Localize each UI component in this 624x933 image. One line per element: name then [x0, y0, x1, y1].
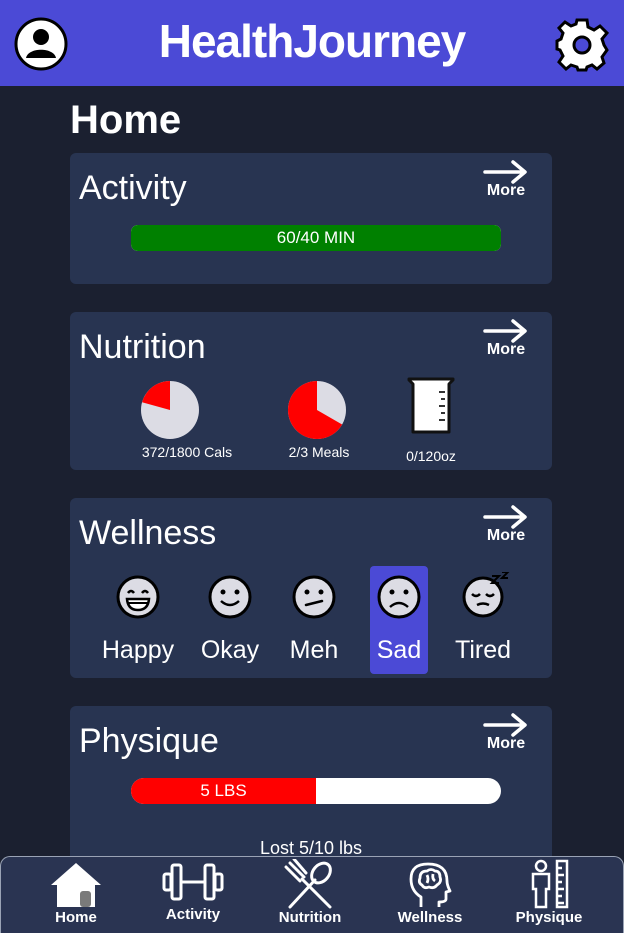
- wellness-card: Wellness More Happy Okay Meh Sad Tired: [70, 498, 552, 678]
- physique-progress-bar: 5 LBS: [131, 778, 501, 804]
- page-title: Home: [70, 98, 182, 142]
- wellness-more-label: More: [486, 527, 526, 544]
- nutrition-more-label: More: [486, 341, 526, 358]
- dumbbell-icon: [162, 863, 224, 901]
- mood-tired-label: Tired: [454, 636, 512, 664]
- bottom-navigation: Home Activity Nutrition Wellness Physiqu…: [0, 856, 624, 933]
- physique-progress-fill: 5 LBS: [131, 778, 316, 804]
- wellness-title: Wellness: [79, 514, 217, 552]
- beaker-icon: [407, 377, 455, 434]
- nav-physique[interactable]: Physique: [499, 857, 599, 933]
- sleepy-face-icon: [462, 572, 510, 618]
- physique-progress-text: 5 LBS: [200, 781, 247, 800]
- activity-more-label: More: [486, 182, 526, 199]
- meh-face-icon: [292, 575, 336, 619]
- nutrition-title: Nutrition: [79, 328, 206, 366]
- nav-home[interactable]: Home: [26, 857, 126, 933]
- gear-icon: [555, 18, 610, 72]
- activity-progress-text: 60/40 MIN: [276, 228, 356, 247]
- calories-label: 372/1800 Cals: [141, 444, 233, 460]
- nutrition-card: Nutrition More 372/1800 Cals 2/3 Meals 0…: [70, 312, 552, 470]
- head-brain-icon: [409, 862, 452, 907]
- physique-more-button[interactable]: More: [482, 712, 530, 753]
- nav-nutrition-label: Nutrition: [278, 909, 342, 926]
- mood-happy[interactable]: Happy: [102, 566, 174, 674]
- physique-card: Physique More 5 LBS Lost 5/10 lbs: [70, 706, 552, 876]
- mood-meh-label: Meh: [289, 636, 339, 664]
- activity-title: Activity: [79, 169, 187, 207]
- meals-label: 2/3 Meals: [288, 444, 350, 460]
- activity-card: Activity More 60/40 MIN: [70, 153, 552, 284]
- nav-activity[interactable]: Activity: [143, 857, 243, 933]
- app-title: HealthJourney: [158, 15, 467, 67]
- water-label: 0/120oz: [406, 448, 456, 464]
- body-measure-icon: [531, 859, 569, 909]
- smile-face-icon: [208, 575, 252, 619]
- nav-physique-label: Physique: [515, 909, 583, 926]
- fork-spoon-icon: [284, 859, 332, 909]
- mood-tired[interactable]: Tired: [454, 566, 512, 674]
- home-icon: [51, 863, 101, 907]
- nav-activity-label: Activity: [165, 906, 221, 923]
- nav-home-label: Home: [55, 909, 97, 926]
- mood-okay[interactable]: Okay: [201, 566, 259, 674]
- calories-pie-chart: [141, 381, 199, 439]
- nutrition-more-button[interactable]: More: [482, 318, 530, 359]
- activity-more-button[interactable]: More: [482, 159, 530, 200]
- mood-happy-label: Happy: [101, 636, 175, 664]
- settings-button[interactable]: [554, 17, 610, 73]
- app-header: HealthJourney: [0, 0, 624, 86]
- happy-face-icon: [116, 575, 160, 619]
- nav-nutrition[interactable]: Nutrition: [260, 857, 360, 933]
- nav-wellness-label: Wellness: [397, 909, 463, 926]
- physique-title: Physique: [79, 722, 219, 760]
- physique-more-label: More: [486, 735, 526, 752]
- mood-sad[interactable]: Sad: [370, 566, 428, 674]
- activity-progress-bar: 60/40 MIN: [131, 225, 501, 251]
- nav-wellness[interactable]: Wellness: [380, 857, 480, 933]
- wellness-more-button[interactable]: More: [482, 504, 530, 545]
- mood-meh[interactable]: Meh: [285, 566, 343, 674]
- sad-face-icon: [377, 575, 421, 619]
- meals-pie-chart: [287, 381, 346, 439]
